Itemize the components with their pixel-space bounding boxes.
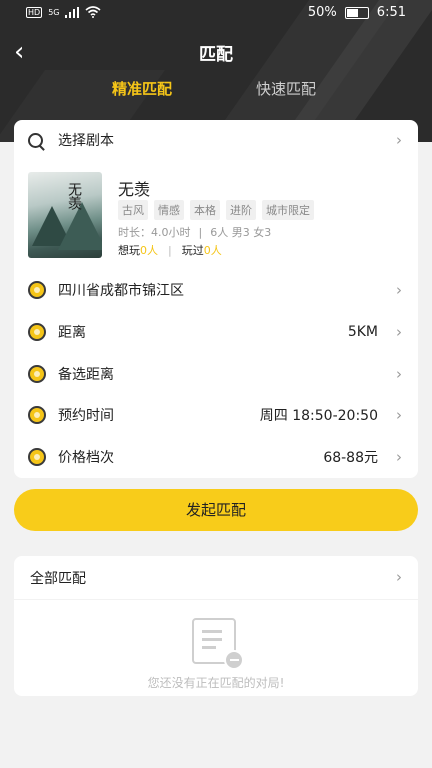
tag: 进阶: [226, 200, 256, 220]
all-matches-label: 全部匹配: [30, 571, 86, 587]
script-name: 无羡: [118, 180, 151, 199]
select-script-label: 选择剧本: [58, 133, 114, 149]
script-players: 6人 男3 女3: [210, 226, 272, 239]
start-match-button[interactable]: 发起匹配: [14, 489, 418, 531]
battery-icon: [344, 6, 369, 19]
clock-icon: [28, 406, 46, 424]
distance-label: 距离: [58, 325, 86, 341]
status-bar: HD 5G 50% 6:51: [0, 0, 432, 28]
time-label: 预约时间: [58, 408, 114, 424]
chevron-right-icon: ›: [396, 131, 402, 149]
all-matches-row[interactable]: 全部匹配 ›: [14, 556, 418, 600]
match-tabs: 精准匹配 快速匹配: [0, 78, 432, 102]
clock: 6:51: [376, 5, 406, 20]
script-cover: 无羡: [28, 172, 102, 258]
distance-value: 5KM: [347, 324, 378, 340]
select-script-row[interactable]: 选择剧本 ›: [14, 120, 418, 160]
chevron-right-icon: ›: [396, 323, 402, 341]
price-icon: [28, 448, 46, 466]
chevron-right-icon: ›: [396, 281, 402, 299]
price-label: 价格档次: [58, 450, 114, 466]
chevron-right-icon: ›: [396, 568, 402, 586]
empty-document-icon: [192, 618, 244, 670]
location-row[interactable]: 四川省成都市锦江区 ›: [14, 270, 418, 310]
played-label: 玩过: [181, 244, 204, 257]
match-settings-card: 选择剧本 › 无羡 无羡 古风 情感 本格 进阶 城市限定 时长：4.0小时 | 6…: [14, 120, 418, 478]
location-label: 四川省成都市锦江区: [58, 283, 184, 299]
wifi-icon: [85, 6, 102, 18]
alt-distance-row[interactable]: 备选距离 ›: [14, 354, 418, 394]
tag: 城市限定: [262, 200, 314, 220]
time-row[interactable]: 预约时间 周四 18:50-20:50 ›: [14, 395, 418, 435]
distance-row[interactable]: 距离 5KM ›: [14, 312, 418, 352]
cover-title: 无羡: [66, 182, 82, 210]
alt-distance-label: 备选距离: [58, 367, 114, 383]
script-info[interactable]: 无羡 无羡 古风 情感 本格 进阶 城市限定 时长：4.0小时 | 6人 男3 女3…: [28, 172, 408, 262]
signal-label: 5G: [48, 7, 60, 17]
alt-distance-icon: [28, 365, 46, 383]
search-icon: [28, 132, 43, 148]
chevron-right-icon: ›: [396, 406, 402, 424]
tab-quick-match[interactable]: 快速匹配: [256, 78, 316, 99]
battery-percent: 50%: [307, 5, 337, 20]
tag: 情感: [154, 200, 184, 220]
location-pin-icon: [28, 281, 46, 299]
empty-state-text: 您还没有正在匹配的对局!: [147, 676, 285, 690]
tab-precise-match[interactable]: 精准匹配: [112, 78, 172, 99]
price-row[interactable]: 价格档次 68-88元 ›: [14, 437, 418, 477]
tag: 古风: [118, 200, 148, 220]
script-meta: 时长：4.0小时 | 6人 男3 女3: [118, 226, 272, 239]
chevron-right-icon: ›: [396, 448, 402, 466]
tag: 本格: [190, 200, 220, 220]
time-value: 周四 18:50-20:50: [259, 408, 378, 424]
want-count: 0人: [140, 244, 158, 257]
all-matches-card: 全部匹配 › 您还没有正在匹配的对局!: [14, 556, 418, 696]
distance-icon: [28, 323, 46, 341]
nav-bar: ‹ 匹配: [0, 36, 432, 68]
chevron-right-icon: ›: [396, 365, 402, 383]
script-duration: 时长：4.0小时: [118, 226, 191, 239]
page-title: 匹配: [199, 45, 233, 65]
want-label: 想玩: [118, 244, 140, 257]
price-value: 68-88元: [323, 450, 378, 466]
played-count: 0人: [203, 244, 222, 257]
hd-icon: HD: [26, 6, 43, 18]
script-stats: 想玩0人 | 玩过0人: [118, 244, 222, 257]
signal-icon: [65, 6, 80, 18]
script-tags: 古风 情感 本格 进阶 城市限定: [118, 200, 314, 220]
